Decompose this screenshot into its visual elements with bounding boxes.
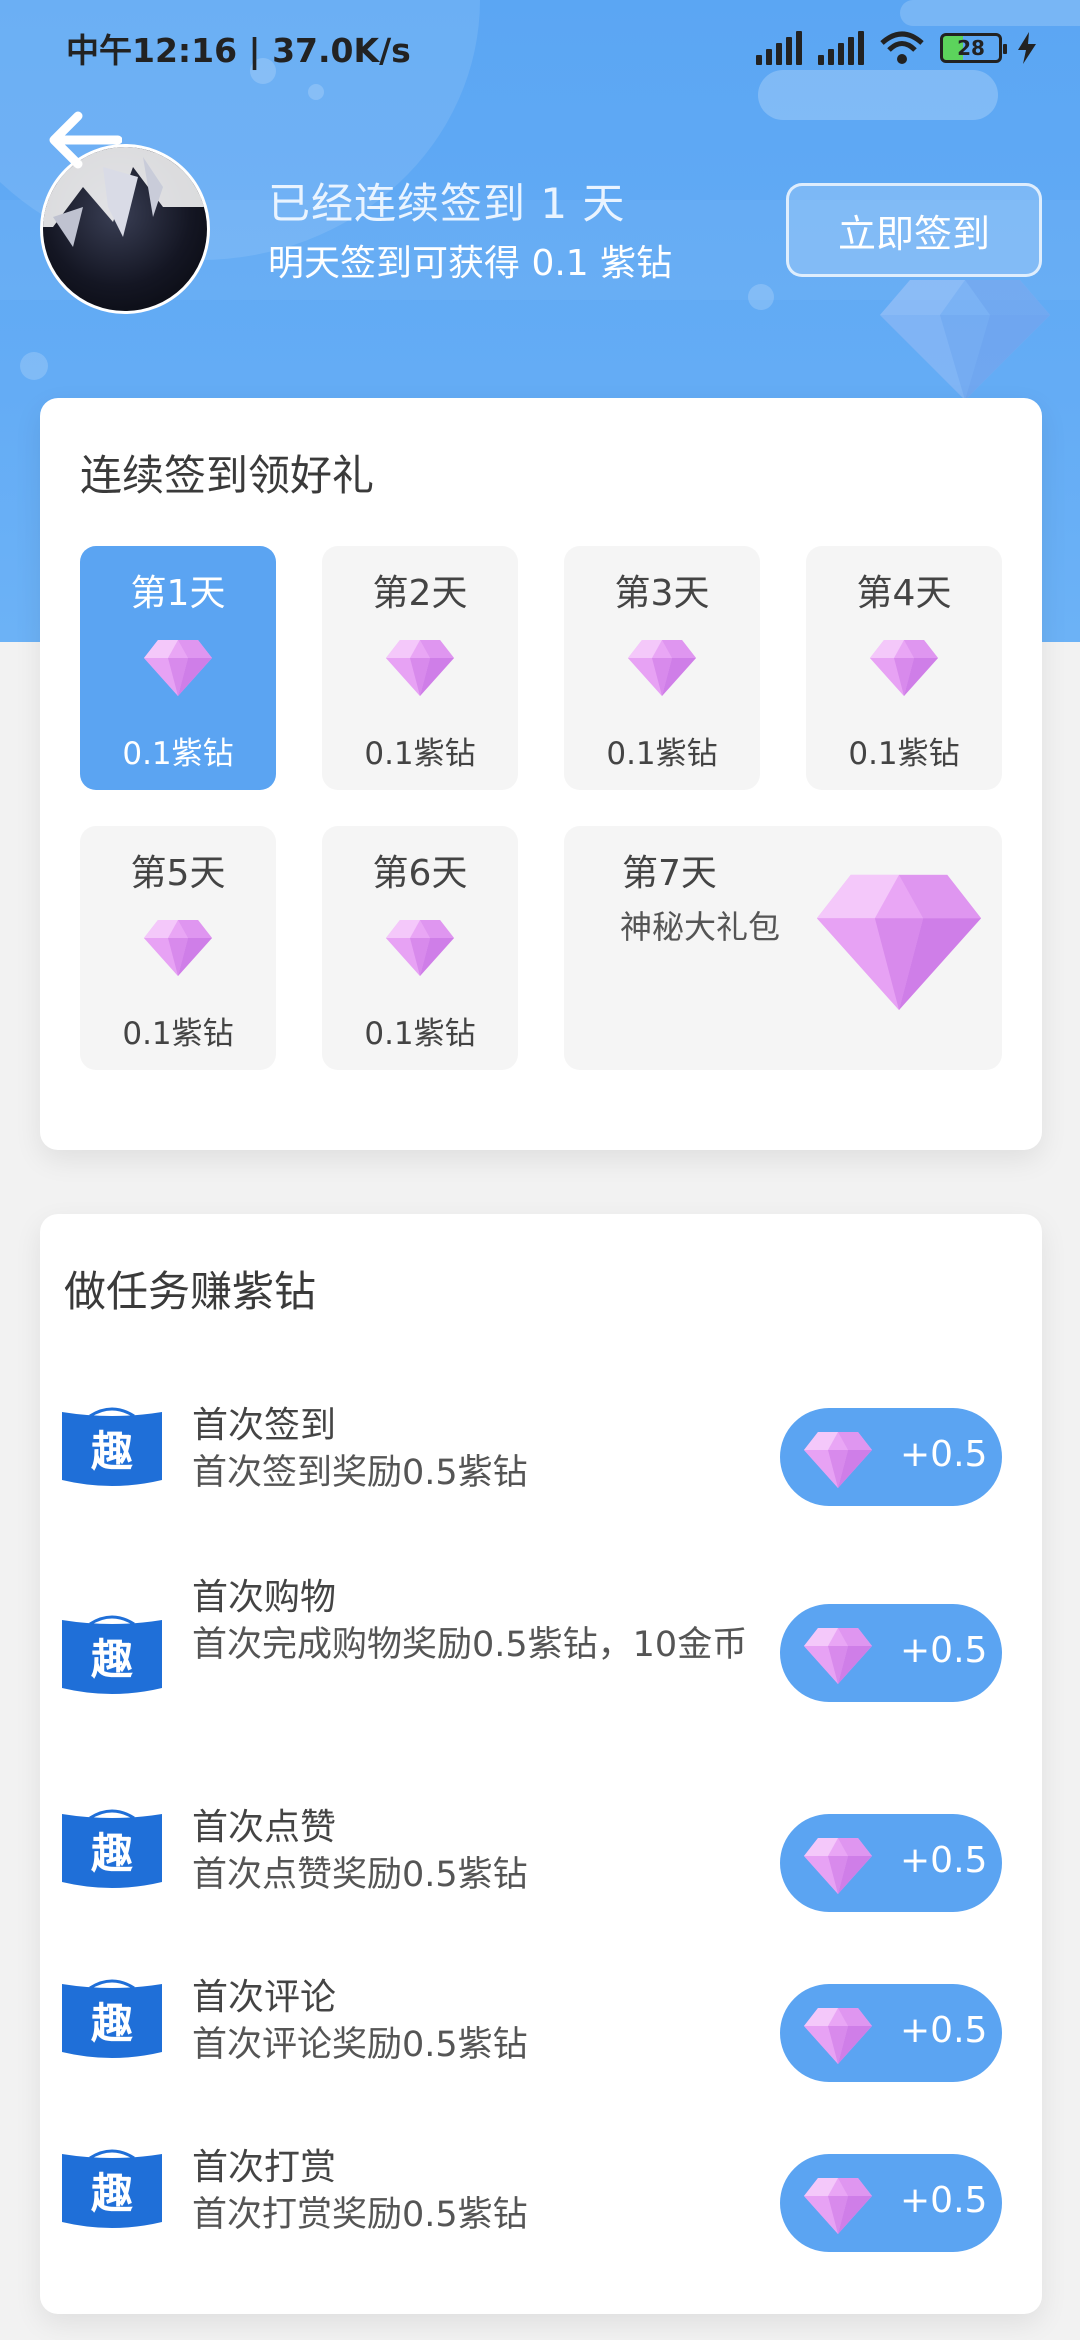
diamond-icon: [804, 2008, 872, 2064]
task-name: 首次评论: [192, 1977, 337, 2018]
task-desc: 首次完成购物奖励0.5紫钻，10金币: [192, 1625, 748, 1665]
decor-bubble: [748, 284, 774, 310]
battery-level: 28: [957, 36, 985, 60]
qu-app-icon: 趣: [62, 1407, 162, 1486]
day-label: 第1天: [130, 573, 226, 614]
task-desc: 首次打赏奖励0.5紫钻: [192, 2195, 528, 2235]
task-item-first-comment: 趣 首次评论 首次评论奖励0.5紫钻 +0.5: [40, 1968, 1042, 2098]
checkin-title: 连续签到领好礼: [80, 451, 375, 500]
task-reward-button[interactable]: +0.5: [780, 2154, 1002, 2252]
day-card-7[interactable]: 第7天 神秘大礼包: [564, 826, 1002, 1070]
day-reward: 0.1紫钻: [122, 736, 234, 772]
task-desc: 首次评论奖励0.5紫钻: [192, 2025, 528, 2065]
day-label: 第6天: [372, 853, 468, 894]
day-card-1[interactable]: 第1天 0.1紫钻: [80, 546, 276, 790]
qu-icon-char: 趣: [91, 1427, 133, 1476]
task-name: 首次购物: [192, 1577, 337, 1618]
task-name: 首次打赏: [192, 2147, 337, 2188]
task-desc: 首次点赞奖励0.5紫钻: [192, 1855, 528, 1895]
signal-icon: [756, 31, 802, 65]
task-name: 首次点赞: [192, 1807, 337, 1848]
qu-icon-char: 趣: [91, 2169, 133, 2218]
task-reward: +0.5: [900, 1630, 988, 1671]
task-item-first-signin: 趣 首次签到 首次签到奖励0.5紫钻 +0.5: [40, 1392, 1042, 1522]
diamond-icon: [628, 640, 696, 696]
qu-app-icon: 趣: [62, 1809, 162, 1888]
decor-bubble: [20, 352, 48, 380]
task-reward: +0.5: [900, 1434, 988, 1475]
task-reward-button[interactable]: +0.5: [780, 1408, 1002, 1506]
task-reward-button[interactable]: +0.5: [780, 1604, 1002, 1702]
day-reward: 神秘大礼包: [620, 908, 781, 946]
task-name: 首次签到: [192, 1405, 337, 1446]
wifi-icon: [880, 31, 924, 64]
day-card-5[interactable]: 第5天 0.1紫钻: [80, 826, 276, 1070]
status-time: 中午12:16 | 37.0K/s: [66, 31, 411, 70]
diamond-icon: [804, 2178, 872, 2234]
diamond-icon: [804, 1432, 872, 1488]
task-item-first-tip: 趣 首次打赏 首次打赏奖励0.5紫钻 +0.5: [40, 2138, 1042, 2268]
task-desc: 首次签到奖励0.5紫钻: [192, 1453, 528, 1493]
diamond-icon: [804, 1838, 872, 1894]
day-card-3[interactable]: 第3天 0.1紫钻: [564, 546, 760, 790]
day-reward: 0.1紫钻: [122, 1016, 234, 1052]
signal-hd-icon: [818, 31, 864, 65]
diamond-icon: [144, 640, 212, 696]
task-item-first-like: 趣 首次点赞 首次点赞奖励0.5紫钻 +0.5: [40, 1798, 1042, 1928]
qu-app-icon: 趣: [62, 1979, 162, 2058]
day-reward: 0.1紫钻: [848, 736, 960, 772]
back-arrow-icon[interactable]: [48, 110, 122, 170]
day-reward: 0.1紫钻: [364, 736, 476, 772]
status-icons: 28: [756, 31, 1036, 65]
day-label: 第2天: [372, 573, 468, 614]
qu-app-icon: 趣: [62, 2149, 162, 2228]
task-item-first-purchase: 趣 首次购物 首次完成购物奖励0.5紫钻，10金币 +0.5: [40, 1568, 1042, 1738]
qu-icon-char: 趣: [91, 1829, 133, 1878]
task-reward-button[interactable]: +0.5: [780, 1984, 1002, 2082]
big-diamond-icon: [816, 874, 982, 1010]
battery-icon: 28: [940, 33, 1007, 63]
task-reward: +0.5: [900, 2010, 988, 2051]
diamond-icon: [386, 640, 454, 696]
qu-app-icon: 趣: [62, 1615, 162, 1694]
diamond-icon: [386, 920, 454, 976]
day-reward: 0.1紫钻: [606, 736, 718, 772]
tomorrow-reward-text: 明天签到可获得 0.1 紫钻: [268, 243, 673, 284]
charging-icon: [1018, 32, 1036, 64]
day-reward: 0.1紫钻: [364, 1016, 476, 1052]
diamond-icon: [804, 1628, 872, 1684]
day-label: 第7天: [622, 853, 717, 894]
task-reward: +0.5: [900, 2180, 988, 2221]
consecutive-days-text: 已经连续签到 1 天: [268, 179, 626, 228]
qu-icon-char: 趣: [91, 1999, 133, 2048]
day-label: 第3天: [614, 573, 710, 614]
decor-gem-icon: [880, 280, 1050, 400]
day-card-2[interactable]: 第2天 0.1紫钻: [322, 546, 518, 790]
qu-icon-char: 趣: [91, 1635, 133, 1684]
diamond-icon: [144, 920, 212, 976]
day-label: 第5天: [130, 853, 226, 894]
diamond-icon: [870, 640, 938, 696]
task-reward-button[interactable]: +0.5: [780, 1814, 1002, 1912]
status-bar: 中午12:16 | 37.0K/s 28: [0, 0, 1080, 96]
tasks-title: 做任务赚紫钻: [64, 1267, 317, 1316]
day-card-6[interactable]: 第6天 0.1紫钻: [322, 826, 518, 1070]
checkin-card: 连续签到领好礼 第1天 0.1紫钻 第2天 0.1紫钻 第3天 0.1紫钻 第4…: [40, 398, 1042, 1150]
tasks-card: 做任务赚紫钻 趣 首次签到 首次签到奖励0.5紫钻 +0.5 趣 首次购物 首次…: [40, 1214, 1042, 2314]
day-label: 第4天: [856, 573, 952, 614]
day-card-4[interactable]: 第4天 0.1紫钻: [806, 546, 1002, 790]
task-reward: +0.5: [900, 1840, 988, 1881]
sign-in-button[interactable]: 立即签到: [786, 183, 1042, 277]
